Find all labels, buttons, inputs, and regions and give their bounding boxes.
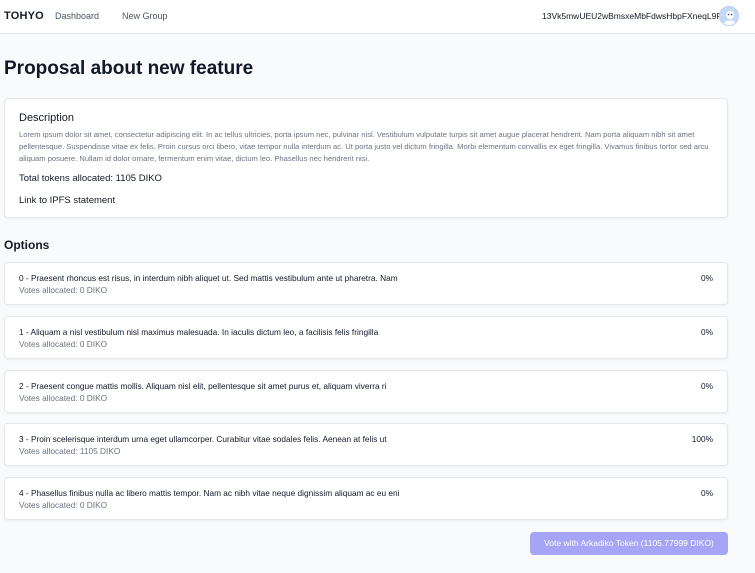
description-text: Lorem ipsum dolor sit amet, consectetur … bbox=[19, 130, 709, 163]
option-votes: Votes allocated: 0 DIKO bbox=[19, 339, 108, 349]
option-title: 3 - Proin scelerisque interdum urna eget… bbox=[19, 434, 387, 444]
option-card-1[interactable]: 1 - Aliquam a nisl vestibulum nisl maxim… bbox=[4, 316, 728, 359]
option-card-0[interactable]: 0 - Praesent rhoncus est risus, in inter… bbox=[4, 262, 728, 305]
option-card-3[interactable]: 3 - Proin scelerisque interdum urna eget… bbox=[4, 423, 728, 466]
option-votes: Votes allocated: 0 DIKO bbox=[19, 500, 108, 510]
user-avatar-icon[interactable] bbox=[719, 6, 739, 26]
option-title: 0 - Praesent rhoncus est risus, in inter… bbox=[19, 273, 398, 283]
option-title: 2 - Praesent congue mattis mollis. Aliqu… bbox=[19, 381, 387, 391]
option-percent: 0% bbox=[701, 488, 713, 498]
description-heading: Description bbox=[19, 112, 75, 124]
nav-link-dashboard[interactable]: Dashboard bbox=[55, 11, 99, 21]
nav-link-new-group[interactable]: New Group bbox=[122, 11, 168, 21]
option-percent: 100% bbox=[691, 434, 713, 444]
top-navbar: TOHYO Dashboard New Group 13Vk5mwUEU2wBm… bbox=[0, 0, 755, 34]
option-votes: Votes allocated: 0 DIKO bbox=[19, 285, 108, 295]
option-votes: Votes allocated: 1105 DIKO bbox=[19, 446, 121, 456]
ipfs-statement-link[interactable]: Link to IPFS statement bbox=[19, 195, 115, 206]
total-tokens-allocated: Total tokens allocated: 1105 DIKO bbox=[19, 173, 162, 184]
option-percent: 0% bbox=[701, 327, 713, 337]
description-card: Description Lorem ipsum dolor sit amet, … bbox=[4, 98, 728, 218]
options-heading: Options bbox=[4, 238, 50, 252]
option-card-4[interactable]: 4 - Phasellus finibus nulla ac libero ma… bbox=[4, 477, 728, 520]
brand-logo[interactable]: TOHYO bbox=[4, 10, 44, 22]
option-percent: 0% bbox=[701, 381, 713, 391]
option-percent: 0% bbox=[701, 273, 713, 283]
option-title: 4 - Phasellus finibus nulla ac libero ma… bbox=[19, 488, 400, 498]
wallet-address: 13Vk5mwUEU2wBmsxeMbFdwsHbpFXneqL9P bbox=[542, 11, 722, 21]
option-title: 1 - Aliquam a nisl vestibulum nisl maxim… bbox=[19, 327, 379, 337]
option-card-2[interactable]: 2 - Praesent congue mattis mollis. Aliqu… bbox=[4, 370, 728, 413]
vote-button[interactable]: Vote with Arkadiko Token (1105.77999 DIK… bbox=[530, 532, 728, 555]
option-votes: Votes allocated: 0 DIKO bbox=[19, 393, 108, 403]
page-title: Proposal about new feature bbox=[4, 58, 254, 79]
